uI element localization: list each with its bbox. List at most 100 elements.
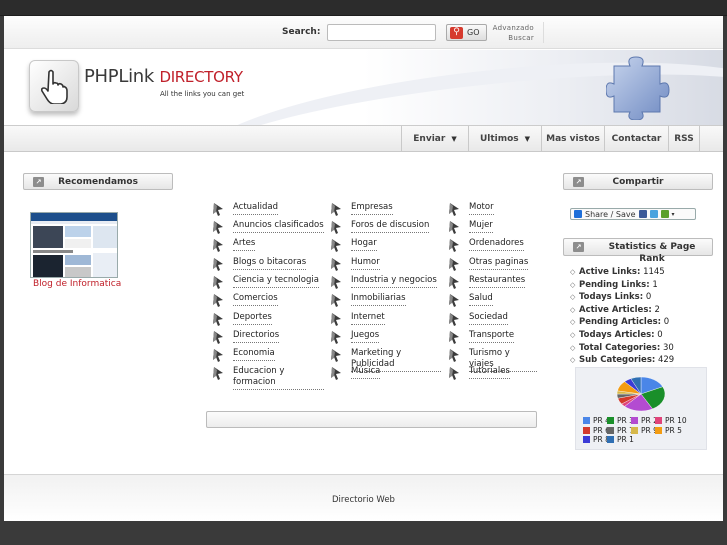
category-link[interactable]: Motor: [469, 202, 494, 215]
category-link[interactable]: Ciencia y tecnologia: [233, 275, 319, 288]
category-item[interactable]: Internet: [329, 312, 441, 328]
category-link[interactable]: Hogar: [351, 238, 377, 251]
category-item[interactable]: Turismo y viajes: [447, 348, 537, 372]
blog-link[interactable]: Blog de Informatica: [33, 279, 121, 289]
legend-label: PR 5: [665, 425, 682, 435]
category-item[interactable]: Música: [329, 366, 441, 382]
folder-arrow-icon: [211, 238, 225, 252]
category-item[interactable]: Ciencia y tecnologia: [211, 275, 324, 291]
stat-value: 2: [654, 304, 660, 315]
logo-title[interactable]: PHPLink DIRECTORY: [84, 66, 243, 87]
category-link[interactable]: Sociedad: [469, 312, 508, 325]
category-item[interactable]: Salud: [447, 293, 537, 309]
category-link[interactable]: Transporte: [469, 330, 515, 343]
expand-arrow-icon[interactable]: ↗: [573, 242, 584, 252]
category-link[interactable]: Directorios: [233, 330, 280, 343]
category-item[interactable]: Inmobiliarias: [329, 293, 441, 309]
stats-header: ↗ Statistics & Page Rank: [563, 238, 713, 264]
category-link[interactable]: Humor: [351, 257, 380, 270]
category-item[interactable]: Humor: [329, 257, 441, 273]
caret-down-icon: ▼: [451, 134, 457, 143]
category-link[interactable]: Anuncios clasificados: [233, 220, 324, 233]
category-link[interactable]: Economia: [233, 348, 275, 361]
go-button[interactable]: ⚲ GO: [446, 24, 487, 41]
legend-swatch: [607, 436, 614, 443]
footer-text[interactable]: Directorio Web: [4, 495, 723, 505]
category-link[interactable]: Internet: [351, 312, 385, 325]
share-dropdown-icon: ▾: [671, 210, 675, 218]
stat-item: ◇ Active Articles: 2: [570, 305, 660, 317]
category-link[interactable]: Otras paginas: [469, 257, 529, 270]
category-link[interactable]: Música: [351, 366, 381, 379]
category-link[interactable]: Foros de discusion: [351, 220, 430, 233]
advanced-search-line2: Buscar: [508, 34, 534, 42]
category-item[interactable]: Juegos: [329, 330, 441, 346]
category-item[interactable]: Artes: [211, 238, 324, 254]
stat-value: 1145: [643, 267, 665, 277]
category-item[interactable]: Otras paginas: [447, 257, 537, 273]
category-link[interactable]: Empresas: [351, 202, 393, 215]
category-link[interactable]: Comercios: [233, 293, 278, 306]
category-item[interactable]: Hogar: [329, 238, 441, 254]
category-link[interactable]: Juegos: [351, 330, 380, 343]
stat-label: Sub Categories:: [579, 355, 656, 366]
category-item[interactable]: Transporte: [447, 330, 537, 346]
category-item[interactable]: Restaurantes: [447, 275, 537, 291]
nav-enviar[interactable]: Enviar ▼: [401, 126, 468, 151]
category-item[interactable]: Motor: [447, 202, 537, 218]
category-item[interactable]: Sociedad: [447, 312, 537, 328]
category-item[interactable]: Actualidad: [211, 202, 324, 218]
category-link[interactable]: Educacion y formacion: [233, 366, 324, 390]
category-item[interactable]: Deportes: [211, 312, 324, 328]
category-item[interactable]: Mujer: [447, 220, 537, 236]
stat-value: 30: [662, 342, 674, 353]
search-input[interactable]: [327, 24, 436, 41]
search-icon: ⚲: [450, 26, 463, 39]
category-link[interactable]: Deportes: [233, 312, 272, 325]
nav-contactar[interactable]: Contactar: [604, 126, 668, 151]
advanced-search-link[interactable]: Advanzado Buscar: [490, 23, 534, 43]
share-save-button[interactable]: Share / Save ▾: [570, 208, 696, 220]
go-label: GO: [467, 28, 480, 37]
category-link[interactable]: Artes: [233, 238, 256, 251]
category-item[interactable]: Directorios: [211, 330, 324, 346]
category-link[interactable]: Mujer: [469, 220, 493, 233]
category-link[interactable]: Actualidad: [233, 202, 278, 215]
category-item[interactable]: Ordenadores: [447, 238, 537, 254]
nav-rss[interactable]: RSS: [668, 126, 699, 151]
legend-swatch: [655, 417, 662, 424]
nav-rss-label: RSS: [674, 133, 694, 144]
compartir-title: Compartir: [612, 177, 664, 187]
legend-swatch: [631, 426, 638, 434]
blog-thumbnail[interactable]: [30, 212, 118, 278]
blog-screenshot-image: [31, 213, 117, 277]
category-item[interactable]: Empresas: [329, 202, 441, 218]
category-item[interactable]: Blogs o bitacoras: [211, 257, 324, 273]
category-item[interactable]: Foros de discusion: [329, 220, 441, 236]
diamond-bullet-icon: ◇: [570, 343, 576, 352]
nav-ultimos[interactable]: Ultimos ▼: [468, 126, 541, 151]
stat-label: Pending Articles:: [579, 317, 662, 328]
category-item[interactable]: Educacion y formacion: [211, 366, 324, 390]
category-item[interactable]: Marketing y Publicidad: [329, 348, 441, 372]
legend-item: PR 7: [607, 426, 634, 435]
folder-arrow-icon: [447, 348, 461, 362]
nav-mas-vistos[interactable]: Mas vistos: [541, 126, 604, 151]
category-link[interactable]: Blogs o bitacoras: [233, 257, 307, 270]
legend-item: PR 9: [631, 426, 658, 435]
category-item[interactable]: Comercios: [211, 293, 324, 309]
category-item[interactable]: Tutoriales: [447, 366, 537, 382]
category-item[interactable]: Industria y negocios: [329, 275, 441, 291]
category-link[interactable]: Tutoriales: [469, 366, 510, 379]
hand-cursor-icon[interactable]: [29, 60, 79, 112]
category-link[interactable]: Industria y negocios: [351, 275, 437, 288]
category-item[interactable]: Anuncios clasificados: [211, 220, 324, 236]
legend-swatch: [655, 426, 662, 434]
category-item[interactable]: Economia: [211, 348, 324, 364]
category-link[interactable]: Inmobiliarias: [351, 293, 406, 306]
category-link[interactable]: Salud: [469, 293, 493, 306]
category-link[interactable]: Restaurantes: [469, 275, 526, 288]
diamond-bullet-icon: ◇: [570, 331, 576, 339]
category-link[interactable]: Ordenadores: [469, 238, 524, 251]
legend-swatch: [583, 417, 590, 424]
